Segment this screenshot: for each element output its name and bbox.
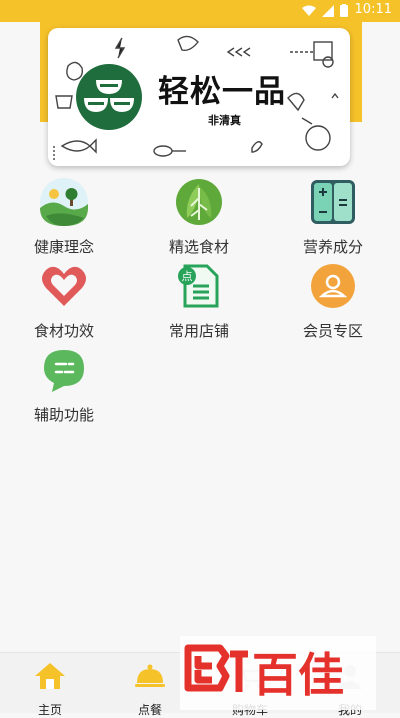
menu-item-label: 食材功效 xyxy=(33,322,94,340)
menu-item-label: 辅助功能 xyxy=(33,406,94,424)
watermark-logo: 百佳 xyxy=(184,644,344,702)
menu-item-label: 会员专区 xyxy=(302,322,363,340)
nav-label: 主页 xyxy=(37,703,62,717)
watermark: 百佳 xyxy=(180,636,376,710)
banner[interactable]: 轻松一品 非清真 xyxy=(48,28,350,166)
menu-item-label: 常用店铺 xyxy=(168,322,229,340)
brand-subtitle: 非清真 xyxy=(208,114,241,127)
status-bar: 10:11 xyxy=(0,0,400,22)
cabbage-icon xyxy=(176,179,222,225)
member-icon xyxy=(311,264,355,308)
brand-logo xyxy=(76,64,142,130)
shop-document-icon: 点 xyxy=(178,264,219,308)
menu-item-label: 精选食材 xyxy=(168,238,229,256)
status-time: 10:11 xyxy=(354,2,392,17)
heart-icon xyxy=(42,266,86,306)
menu-item-ingredient-benefits[interactable]: 食材功效 xyxy=(14,262,114,341)
menu-item-selected-ingredients[interactable]: 精选食材 xyxy=(149,178,249,257)
menu-item-member-zone[interactable]: 会员专区 xyxy=(283,262,383,341)
svg-text:点: 点 xyxy=(182,270,193,283)
menu-item-label: 健康理念 xyxy=(33,238,94,256)
menu-item-label: 营养成分 xyxy=(302,238,363,256)
brand-title: 轻松一品 xyxy=(158,74,286,110)
menu-item-nutrition[interactable]: 营养成分 xyxy=(283,178,383,257)
landscape-icon xyxy=(40,178,88,226)
home-icon xyxy=(35,663,65,689)
menu-item-health-concept[interactable]: 健康理念 xyxy=(14,178,114,257)
signal-icon xyxy=(322,4,334,17)
battery-icon xyxy=(340,4,348,17)
dish-cloche-icon xyxy=(135,664,165,687)
menu-item-accessibility[interactable]: 辅助功能 xyxy=(14,346,114,425)
menu-item-favorite-shops[interactable]: 点 常用店铺 xyxy=(149,262,249,341)
calculator-icon xyxy=(311,180,355,224)
wifi-icon xyxy=(302,5,316,16)
svg-text:百佳: 百佳 xyxy=(252,648,344,702)
status-icons xyxy=(302,4,348,17)
nav-home[interactable]: 主页 xyxy=(0,653,100,717)
chat-bubble-icon xyxy=(44,350,84,392)
